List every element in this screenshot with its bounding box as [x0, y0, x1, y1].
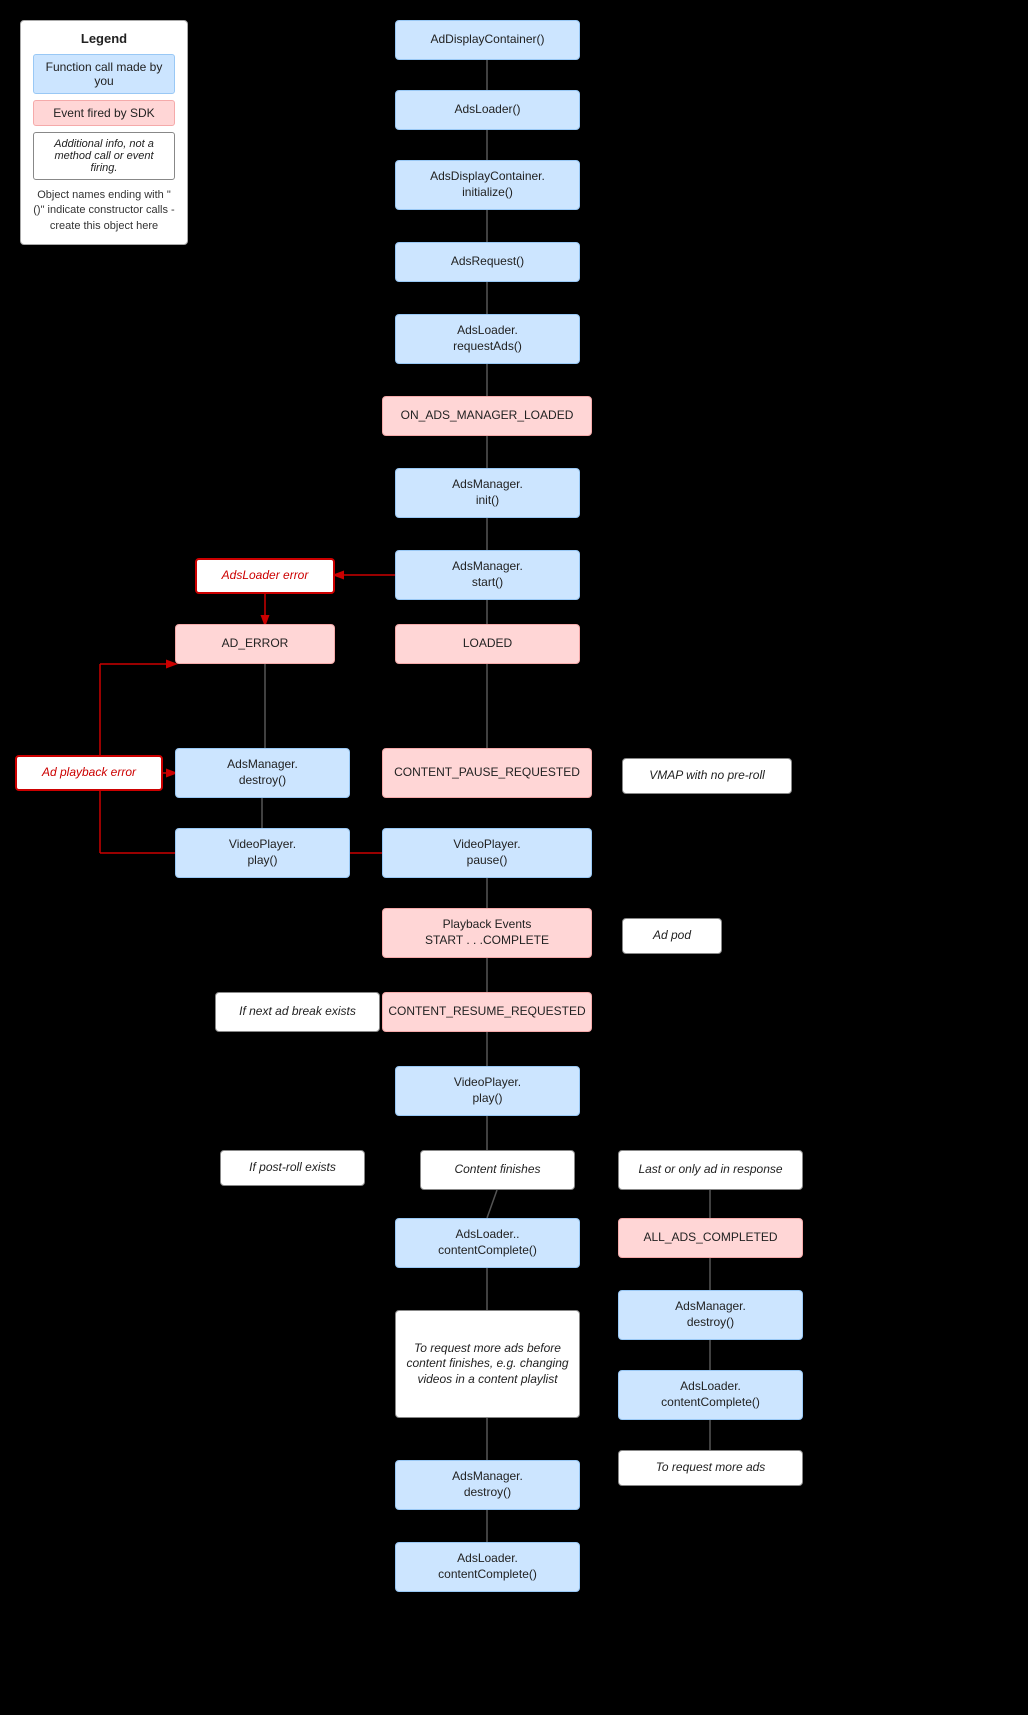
legend-title: Legend — [33, 31, 175, 46]
CONTENT_RESUME_REQUESTED: CONTENT_RESUME_REQUESTED — [382, 992, 592, 1032]
legend-note: Object names ending with "()" indicate c… — [33, 188, 175, 234]
PlaybackEvents: Playback Events START . . .COMPLETE — [382, 908, 592, 958]
VideoPlayerPlay1: VideoPlayer. play() — [175, 828, 350, 878]
ON_ADS_MANAGER_LOADED: ON_ADS_MANAGER_LOADED — [382, 396, 592, 436]
VideoPlayerPlay2: VideoPlayer. play() — [395, 1066, 580, 1116]
AdsManagerStart: AdsManager. start() — [395, 550, 580, 600]
IfPostRollExists: If post-roll exists — [220, 1150, 365, 1186]
AdDisplayContainer: AdDisplayContainer() — [395, 20, 580, 60]
AdsManagerDestroy3: AdsManager. destroy() — [395, 1460, 580, 1510]
AdsLoaderRequestAds: AdsLoader. requestAds() — [395, 314, 580, 364]
legend-additional-info: Additional info, not a method call or ev… — [33, 132, 175, 180]
ALL_ADS_COMPLETED: ALL_ADS_COMPLETED — [618, 1218, 803, 1258]
AD_ERROR: AD_ERROR — [175, 624, 335, 664]
VideoPlayerPause: VideoPlayer. pause() — [382, 828, 592, 878]
AdsManagerInit: AdsManager. init() — [395, 468, 580, 518]
AdsLoaderContentComplete2: AdsLoader. contentComplete() — [618, 1370, 803, 1420]
AdsLoaderContentComplete1: AdsLoader.. contentComplete() — [395, 1218, 580, 1268]
IfNextAdBreak: If next ad break exists — [215, 992, 380, 1032]
AdsLoaderContentComplete3: AdsLoader. contentComplete() — [395, 1542, 580, 1592]
AdsLoaderError: AdsLoader error — [195, 558, 335, 594]
AdPlaybackError: Ad playback error — [15, 755, 163, 791]
ContentFinishes: Content finishes — [420, 1150, 575, 1190]
LastOrOnlyAd: Last or only ad in response — [618, 1150, 803, 1190]
AdPod: Ad pod — [622, 918, 722, 954]
AdsLoader: AdsLoader() — [395, 90, 580, 130]
LOADED: LOADED — [395, 624, 580, 664]
AdsManagerDestroy1: AdsManager. destroy() — [175, 748, 350, 798]
VMAP_no_preroll: VMAP with no pre-roll — [622, 758, 792, 794]
diagram-container: Legend Function call made by you Event f… — [0, 0, 1028, 1715]
AdsDisplayContainerInit: AdsDisplayContainer. initialize() — [395, 160, 580, 210]
CONTENT_PAUSE_REQUESTED: CONTENT_PAUSE_REQUESTED — [382, 748, 592, 798]
legend: Legend Function call made by you Event f… — [20, 20, 188, 245]
ToRequestMoreAdsInfo: To request more ads before content finis… — [395, 1310, 580, 1418]
legend-function-call: Function call made by you — [33, 54, 175, 94]
AdsManagerDestroy2: AdsManager. destroy() — [618, 1290, 803, 1340]
legend-event-fired: Event fired by SDK — [33, 100, 175, 126]
ToRequestMoreAds: To request more ads — [618, 1450, 803, 1486]
AdsRequest: AdsRequest() — [395, 242, 580, 282]
